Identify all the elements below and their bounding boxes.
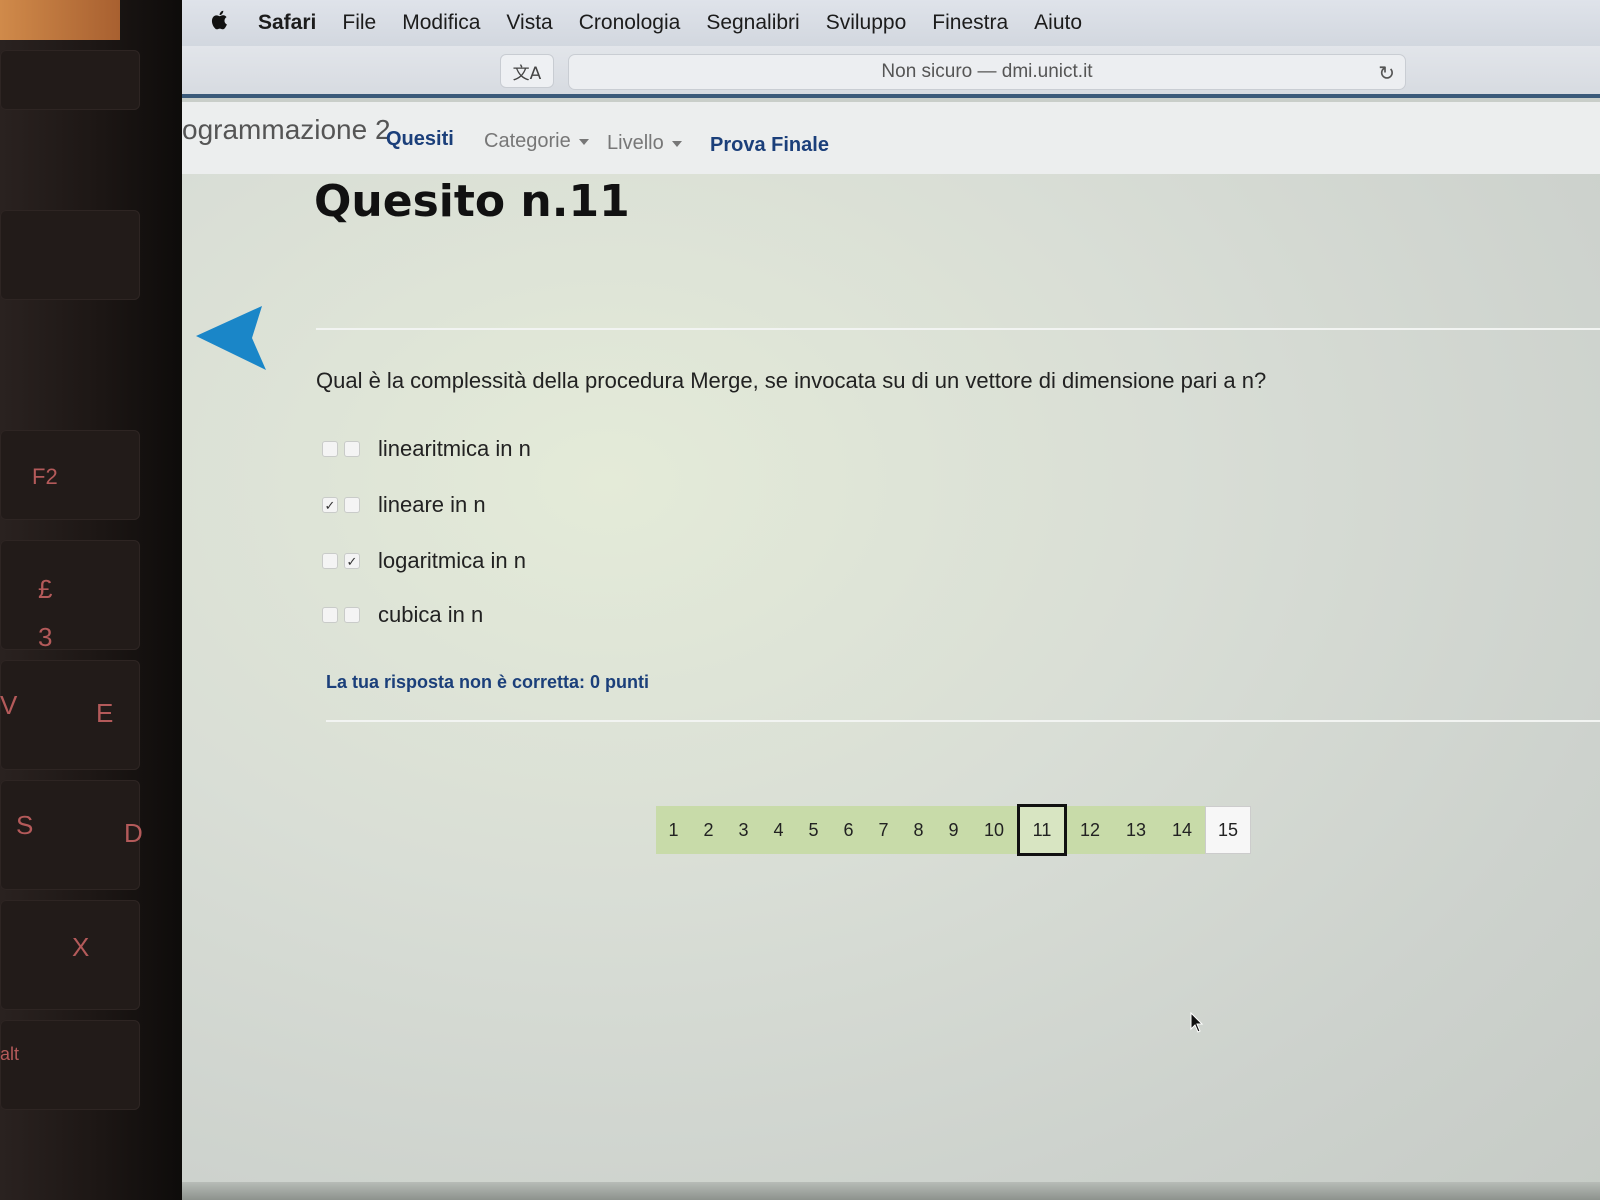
page-link[interactable]: 10 (971, 806, 1017, 854)
answer-feedback: La tua risposta non è corretta: 0 punti (326, 672, 650, 692)
option-checkbox[interactable] (322, 607, 338, 623)
nav-quesiti[interactable]: Quesiti (386, 128, 454, 151)
nav-categorie-label: Categorie (484, 130, 571, 152)
page-link[interactable]: 4 (761, 806, 796, 854)
option-checkbox[interactable]: ✓ (344, 553, 360, 569)
page-link[interactable]: 2 (691, 806, 726, 854)
laptop-keyboard: F2 £ 3 V E S D X alt (0, 0, 185, 1200)
address-bar[interactable]: Non sicuro — dmi.unict.it ↻ (568, 54, 1406, 90)
key (0, 1020, 140, 1110)
question-text: Qual è la complessità della procedura Me… (316, 368, 1267, 393)
key-label-d: D (124, 818, 143, 848)
apple-menu-icon[interactable] (208, 9, 232, 37)
key-label-v: V (0, 690, 18, 720)
option-checkbox[interactable] (322, 553, 338, 569)
main-content: Quesito n.11 Qual è la complessità della… (182, 174, 1600, 1200)
page-link-current[interactable]: 11 (1017, 804, 1067, 856)
page-link[interactable]: 7 (866, 806, 901, 854)
menu-modifica[interactable]: Modifica (402, 11, 480, 35)
key (0, 660, 140, 770)
option-checkbox[interactable] (344, 607, 360, 623)
option-label: cubica in n (378, 602, 484, 627)
key (0, 430, 140, 520)
menu-cronologia[interactable]: Cronologia (579, 11, 681, 35)
nav-prova-finale[interactable]: Prova Finale (710, 134, 829, 157)
browser-toolbar: 文A Non sicuro — dmi.unict.it ↻ (182, 46, 1600, 98)
option-checkbox[interactable] (344, 497, 360, 513)
divider (316, 328, 1600, 330)
translate-icon: 文A (512, 63, 542, 84)
address-text: Non sicuro — dmi.unict.it (881, 61, 1093, 82)
site-navbar: ogrammazione 2 Quesiti Categorie Livello… (182, 102, 1600, 174)
mouse-cursor-icon (1190, 1011, 1204, 1034)
menu-finestra[interactable]: Finestra (932, 11, 1008, 35)
option-checkbox[interactable]: ✓ (322, 497, 338, 513)
key (0, 540, 140, 650)
option-checkbox[interactable] (322, 441, 338, 457)
question-title: Quesito n.11 (314, 176, 630, 227)
page-link[interactable]: 13 (1113, 806, 1159, 854)
page-link[interactable]: 12 (1067, 806, 1113, 854)
menu-safari[interactable]: Safari (258, 11, 316, 35)
option-checkbox[interactable] (344, 441, 360, 457)
answer-option[interactable]: ✓ lineare in n (322, 492, 486, 518)
page-link[interactable]: 3 (726, 806, 761, 854)
answer-option[interactable]: linearitmica in n (322, 436, 531, 462)
menu-bar: Safari File Modifica Vista Cronologia Se… (182, 0, 1600, 46)
page-link[interactable]: 15 (1205, 806, 1251, 854)
nav-livello-dropdown[interactable]: Livello (607, 132, 682, 155)
option-label: logaritmica in n (378, 548, 526, 573)
back-arrow-icon[interactable] (194, 302, 266, 374)
key-label-s: S (16, 810, 34, 840)
translate-button[interactable]: 文A (500, 54, 554, 88)
chevron-down-icon (671, 140, 682, 147)
answer-option[interactable]: ✓ logaritmica in n (322, 548, 526, 574)
question-pagination: 1 2 3 4 5 6 7 8 9 10 11 12 13 14 15 (656, 804, 1251, 856)
page-link[interactable]: 14 (1159, 806, 1205, 854)
key-label-pound: £ (38, 574, 53, 604)
menu-segnalibri[interactable]: Segnalibri (706, 11, 799, 35)
key-label-alt: alt (0, 1044, 20, 1064)
screen: Safari File Modifica Vista Cronologia Se… (182, 0, 1600, 1200)
chevron-down-icon (578, 138, 589, 145)
key (0, 900, 140, 1010)
option-label: lineare in n (378, 492, 486, 517)
divider (326, 720, 1600, 722)
page-link[interactable]: 8 (901, 806, 936, 854)
answer-option[interactable]: cubica in n (322, 602, 483, 628)
page-link[interactable]: 5 (796, 806, 831, 854)
key (0, 210, 140, 300)
key-label-e: E (96, 698, 114, 728)
screen-bottom-edge (182, 1182, 1600, 1200)
option-label: linearitmica in n (378, 436, 531, 461)
nav-livello-label: Livello (607, 132, 664, 154)
menu-file[interactable]: File (342, 11, 376, 35)
menu-aiuto[interactable]: Aiuto (1034, 11, 1082, 35)
reload-icon[interactable]: ↻ (1378, 61, 1395, 86)
page-link[interactable]: 9 (936, 806, 971, 854)
keyboard-edge (0, 0, 120, 40)
key-label-f2: F2 (32, 464, 58, 489)
site-brand[interactable]: ogrammazione 2 (182, 114, 391, 146)
menu-vista[interactable]: Vista (506, 11, 552, 35)
page-link[interactable]: 6 (831, 806, 866, 854)
menu-sviluppo[interactable]: Sviluppo (826, 11, 907, 35)
key-label-3: 3 (38, 622, 53, 652)
page-link[interactable]: 1 (656, 806, 691, 854)
key-label-x: X (72, 932, 90, 962)
key (0, 50, 140, 110)
nav-categorie-dropdown[interactable]: Categorie (484, 130, 589, 153)
